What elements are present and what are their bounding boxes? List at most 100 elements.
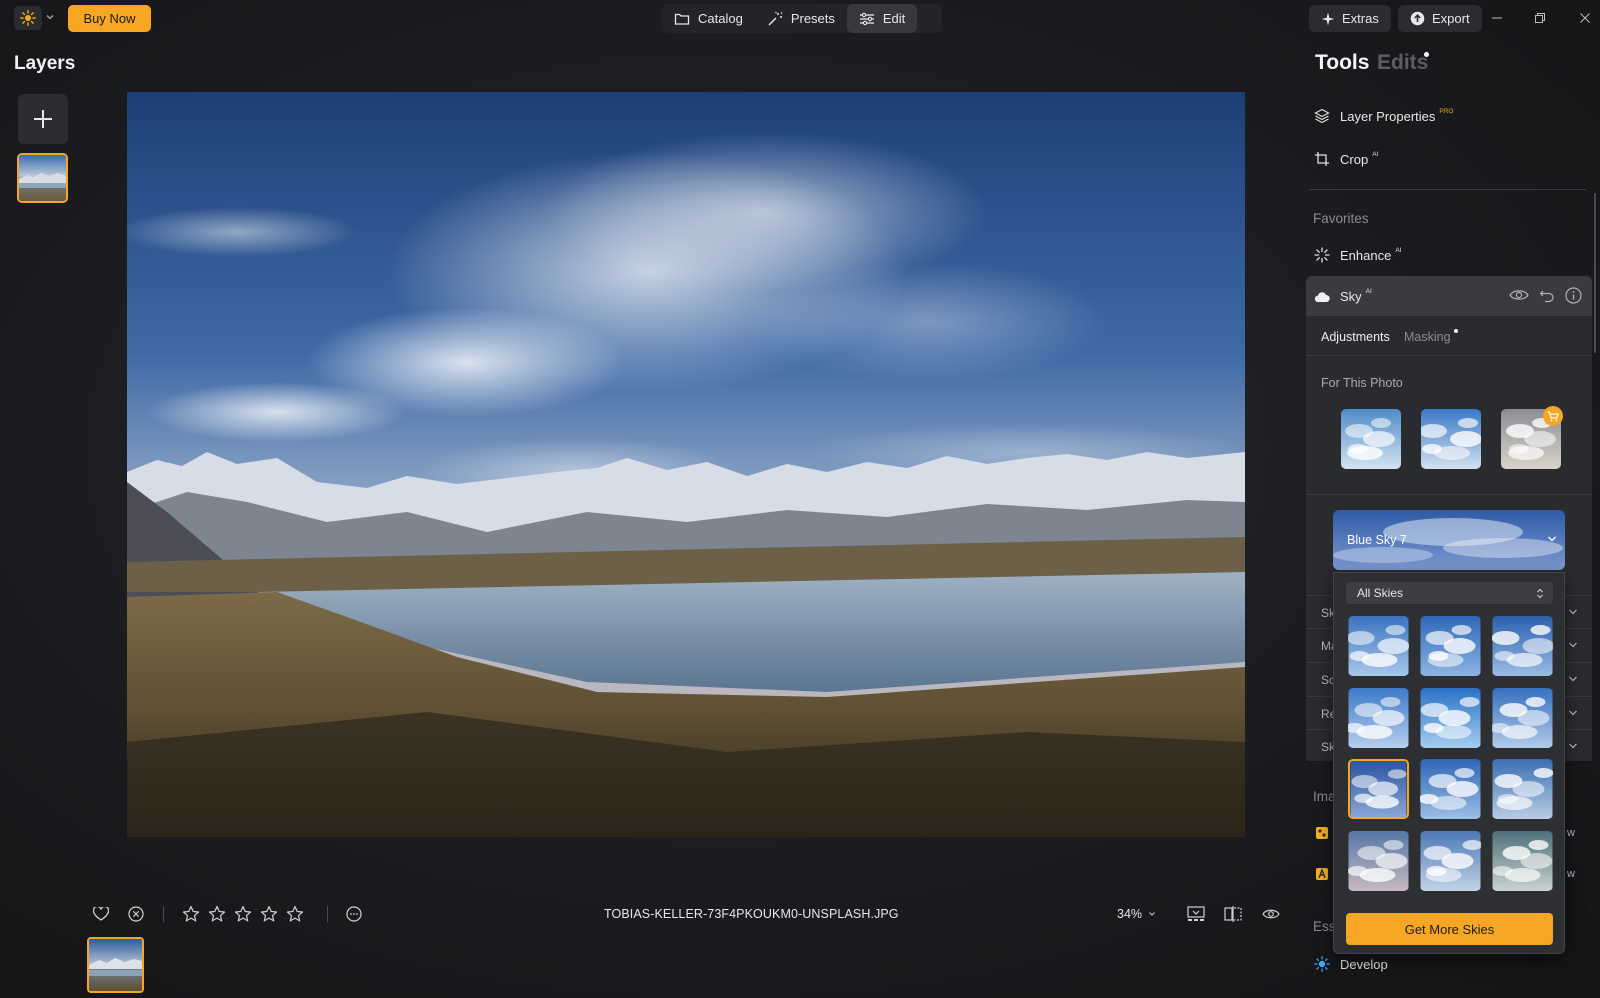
reject-icon[interactable] bbox=[126, 904, 146, 924]
tab-edit[interactable]: Edit bbox=[846, 4, 918, 33]
sky-preset-thumbnail-selected[interactable] bbox=[1348, 759, 1409, 819]
app-logo-button[interactable] bbox=[14, 6, 42, 30]
sun-logo-icon bbox=[20, 10, 36, 26]
buy-now-button[interactable]: Buy Now bbox=[68, 5, 151, 32]
sky-category-select[interactable]: All Skies bbox=[1346, 582, 1553, 604]
chevron-down-icon bbox=[1148, 912, 1155, 916]
ai-badge: AI bbox=[1365, 288, 1372, 295]
subtab-adjustments[interactable]: Adjustments bbox=[1321, 330, 1390, 344]
filmstrip-toggle-icon[interactable] bbox=[1186, 904, 1206, 924]
photo-filename: TOBIAS-KELLER-73F4PKOUKM0-UNSPLASH.JPG bbox=[604, 907, 899, 921]
tab-catalog[interactable]: Catalog bbox=[662, 4, 755, 33]
ai-badge: AI bbox=[1372, 150, 1379, 158]
subtab-masking[interactable]: Masking bbox=[1404, 330, 1451, 344]
image-tool-icon[interactable] bbox=[1315, 867, 1329, 881]
sky-label: Sky bbox=[1340, 289, 1362, 304]
sky-divider bbox=[1306, 494, 1592, 495]
tab-edit-label: Edit bbox=[882, 11, 906, 26]
filmstrip-thumbnail[interactable] bbox=[87, 937, 144, 993]
sky-info-icon[interactable] bbox=[1565, 287, 1582, 304]
star-icon[interactable] bbox=[207, 904, 227, 924]
enhance-sparkle-icon bbox=[1314, 247, 1330, 263]
panel-scrollbar[interactable] bbox=[1594, 193, 1596, 353]
develop-sun-icon bbox=[1314, 956, 1330, 972]
suggested-sky-thumbnail[interactable] bbox=[1421, 409, 1481, 469]
plus-icon bbox=[34, 110, 52, 128]
shopping-cart-icon[interactable] bbox=[1543, 406, 1563, 426]
tool-crop[interactable]: Crop AI bbox=[1314, 151, 1378, 167]
main-photo[interactable] bbox=[127, 92, 1245, 837]
sky-preset-thumbnail[interactable] bbox=[1420, 831, 1481, 891]
crop-icon bbox=[1315, 152, 1329, 166]
tab-edits[interactable]: Edits bbox=[1377, 51, 1428, 75]
for-this-photo-heading: For This Photo bbox=[1321, 376, 1403, 390]
enhance-label: Enhance bbox=[1340, 247, 1392, 263]
sky-preset-thumbnail[interactable] bbox=[1348, 688, 1409, 748]
get-more-skies-button[interactable]: Get More Skies bbox=[1346, 913, 1553, 945]
more-options-icon[interactable] bbox=[344, 904, 364, 924]
favorites-heading: Favorites bbox=[1313, 211, 1369, 226]
suggested-sky-thumbnail[interactable] bbox=[1341, 409, 1401, 469]
layer-properties-label: Layer Properties bbox=[1340, 108, 1436, 124]
layers-stack-icon bbox=[1314, 108, 1330, 124]
compare-view-icon[interactable] bbox=[1223, 904, 1243, 924]
sky-preset-thumbnail[interactable] bbox=[1492, 831, 1553, 891]
star-icon[interactable] bbox=[285, 904, 305, 924]
tab-tools[interactable]: Tools bbox=[1315, 51, 1369, 75]
sky-preset-thumbnail[interactable] bbox=[1420, 759, 1481, 819]
star-icon[interactable] bbox=[259, 904, 279, 924]
tab-catalog-label: Catalog bbox=[698, 11, 743, 26]
cloud-icon bbox=[1314, 291, 1330, 302]
sliders-icon bbox=[859, 12, 874, 25]
chevron-down-icon bbox=[1568, 641, 1578, 649]
sky-category-value: All Skies bbox=[1357, 586, 1404, 600]
pro-badge: PRO bbox=[1439, 107, 1454, 115]
zoom-level[interactable]: 34% bbox=[1117, 907, 1156, 921]
folder-icon bbox=[674, 13, 690, 25]
restore-window-icon[interactable] bbox=[1530, 8, 1550, 28]
sparkle-icon bbox=[1321, 12, 1335, 25]
sky-preset-thumbnail[interactable] bbox=[1492, 688, 1553, 748]
tool-develop[interactable]: Develop bbox=[1314, 956, 1388, 972]
tab-presets-label: Presets bbox=[790, 11, 835, 26]
star-icon[interactable] bbox=[181, 904, 201, 924]
sky-subtabs: Adjustments Masking bbox=[1306, 316, 1592, 356]
presets-wand-icon bbox=[768, 11, 783, 25]
star-icon[interactable] bbox=[233, 904, 253, 924]
filmstrip-thumbnail-image bbox=[89, 939, 142, 991]
sky-visibility-eye-icon[interactable] bbox=[1509, 288, 1529, 302]
tool-layer-properties[interactable]: Layer Properties PRO bbox=[1314, 108, 1453, 124]
extras-button[interactable]: Extras bbox=[1309, 5, 1391, 32]
close-window-icon[interactable] bbox=[1575, 8, 1595, 28]
selected-sky-name: Blue Sky 7 bbox=[1347, 533, 1407, 547]
favorite-heart-icon[interactable] bbox=[91, 904, 111, 924]
app-menu-chevron-down-icon[interactable] bbox=[44, 11, 56, 23]
add-layer-button[interactable] bbox=[18, 94, 68, 144]
tool-enhance[interactable]: Enhance AI bbox=[1314, 247, 1401, 263]
minimize-window-icon[interactable] bbox=[1487, 8, 1507, 28]
chevron-down-icon bbox=[1547, 535, 1557, 543]
export-button[interactable]: Export bbox=[1398, 5, 1482, 32]
sky-reset-undo-icon[interactable] bbox=[1539, 288, 1555, 304]
sky-preset-thumbnail[interactable] bbox=[1348, 616, 1409, 676]
tab-presets[interactable]: Presets bbox=[755, 4, 847, 33]
ai-badge: AI bbox=[1395, 246, 1402, 254]
sky-tool-header[interactable]: Sky AI bbox=[1306, 276, 1592, 316]
develop-label: Develop bbox=[1340, 956, 1388, 972]
image-tool-icon[interactable] bbox=[1315, 826, 1329, 840]
masking-indicator-dot bbox=[1454, 329, 1458, 333]
sky-preset-thumbnail[interactable] bbox=[1348, 831, 1409, 891]
export-label: Export bbox=[1432, 11, 1470, 26]
preview-eye-icon[interactable] bbox=[1261, 904, 1281, 924]
bottom-divider bbox=[163, 906, 164, 922]
sky-preset-thumbnail[interactable] bbox=[1420, 688, 1481, 748]
sky-preset-thumbnail[interactable] bbox=[1420, 616, 1481, 676]
export-icon bbox=[1410, 11, 1425, 26]
edits-indicator-dot bbox=[1424, 52, 1429, 57]
layer-thumbnail[interactable] bbox=[17, 153, 68, 203]
updown-chevron-icon bbox=[1537, 588, 1543, 599]
sky-preset-thumbnail[interactable] bbox=[1492, 616, 1553, 676]
bottom-divider bbox=[327, 906, 328, 922]
sky-preset-thumbnail[interactable] bbox=[1492, 759, 1553, 819]
crop-label: Crop bbox=[1340, 151, 1369, 167]
